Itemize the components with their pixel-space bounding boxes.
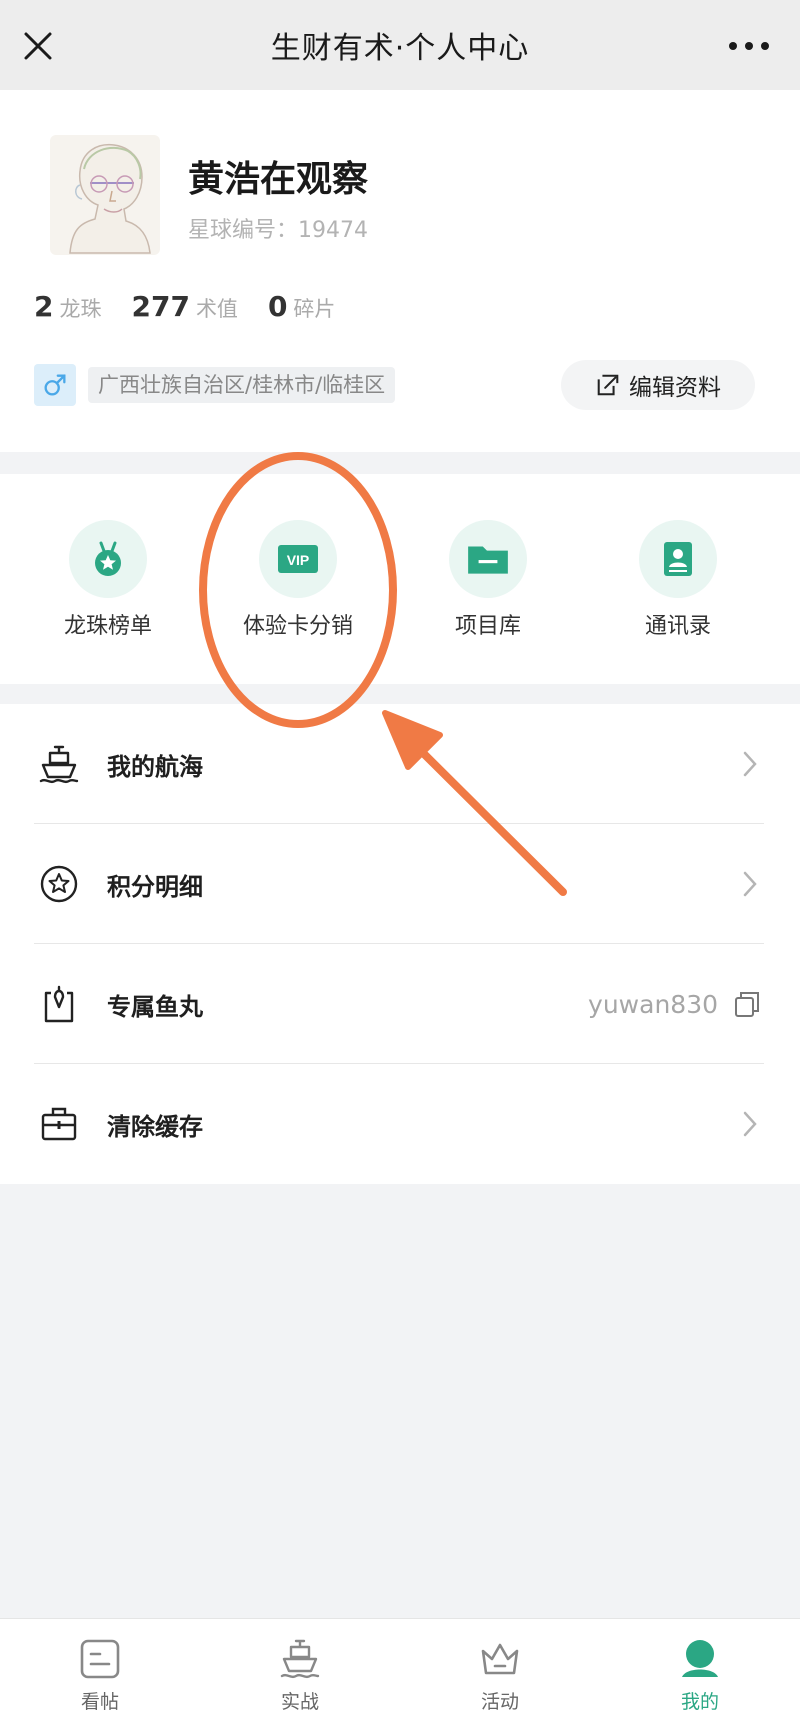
grid-item-vip-distribution[interactable]: VIP 体验卡分销 (213, 520, 383, 640)
bag-icon (44, 985, 74, 1023)
nav-label: 活动 (480, 1691, 519, 1713)
chevron-right-icon (743, 751, 757, 777)
row-label: 清除缓存 (107, 1112, 203, 1141)
stat-value: 0 (267, 290, 288, 323)
grid-item-dragon-ranking[interactable]: 龙珠榜单 (23, 520, 193, 640)
nav-item-posts[interactable]: 看帖 (40, 1637, 160, 1714)
stat-dragon-pearl[interactable]: 2 龙珠 (34, 290, 101, 323)
menu-list: 我的航海 积分明细 专属鱼丸 yuwan830 清除缓存 (0, 704, 800, 1184)
edit-profile-label: 编辑资料 (629, 375, 721, 401)
contacts-icon (639, 520, 717, 598)
nav-label: 看帖 (80, 1691, 119, 1713)
stat-label: 术值 (195, 297, 238, 321)
nav-item-mine[interactable]: 我的 (640, 1637, 760, 1714)
copy-icon[interactable] (732, 989, 762, 1019)
post-icon (80, 1639, 120, 1679)
grid-label: 龙珠榜单 (63, 614, 152, 639)
stat-value: 277 (131, 290, 190, 323)
briefcase-icon (41, 1107, 77, 1141)
crown-icon (481, 1643, 519, 1675)
nav-label: 我的 (680, 1691, 719, 1713)
folder-icon (449, 520, 527, 598)
stat-skill-points[interactable]: 277 术值 (131, 290, 237, 323)
page-title: 生财有术·个人中心 (270, 31, 530, 66)
user-name: 黄浩在观察 (188, 159, 369, 200)
list-item-clear-cache[interactable]: 清除缓存 (0, 1064, 800, 1184)
more-icon[interactable] (724, 36, 774, 56)
top-bar: 生财有术·个人中心 (0, 0, 800, 90)
edit-profile-button[interactable]: 编辑资料 (561, 360, 755, 410)
fishball-code: yuwan830 (588, 989, 718, 1019)
chevron-right-icon (743, 1111, 757, 1137)
stat-fragments[interactable]: 0 碎片 (268, 290, 335, 323)
ship-icon (280, 1639, 320, 1679)
nav-item-activities[interactable]: 活动 (440, 1637, 560, 1714)
grid-label: 项目库 (454, 614, 521, 639)
grid-item-contacts[interactable]: 通讯录 (593, 520, 763, 640)
row-label: 我的航海 (107, 752, 203, 781)
grid-label: 体验卡分销 (242, 614, 353, 639)
grid-label: 通讯录 (644, 614, 711, 639)
user-icon (682, 1640, 718, 1677)
edit-icon (597, 374, 619, 396)
shortcut-grid: 龙珠榜单 VIP 体验卡分销 项目库 通讯录 (0, 474, 800, 684)
svg-text:VIP: VIP (287, 552, 310, 568)
location-tag: 广西壮族自治区/桂林市/临桂区 (88, 367, 396, 403)
list-item-exclusive-fishball[interactable]: 专属鱼丸 yuwan830 (0, 944, 800, 1064)
ship-icon (39, 745, 79, 784)
member-id: 星球编号：19474 (188, 218, 368, 243)
profile-card: 黄浩在观察 星球编号：19474 2 龙珠 277 术值 0 碎片 广西壮族自治… (0, 90, 800, 452)
list-item-my-voyage[interactable]: 我的航海 (0, 704, 800, 824)
list-item-points-detail[interactable]: 积分明细 (0, 824, 800, 944)
vip-icon: VIP (259, 520, 337, 598)
stat-label: 龙珠 (59, 297, 102, 321)
stat-value: 2 (34, 290, 54, 323)
nav-item-practice[interactable]: 实战 (240, 1637, 360, 1714)
stats-row: 2 龙珠 277 术值 0 碎片 (34, 290, 365, 323)
close-icon[interactable] (18, 26, 58, 66)
row-label: 积分明细 (107, 872, 203, 901)
grid-item-project-library[interactable]: 项目库 (403, 520, 573, 640)
row-label: 专属鱼丸 (107, 992, 203, 1021)
medal-icon (69, 520, 147, 598)
male-icon (34, 364, 76, 406)
stat-label: 碎片 (293, 297, 336, 321)
star-circle-icon (40, 865, 78, 903)
chevron-right-icon (743, 871, 757, 897)
avatar[interactable] (50, 135, 160, 255)
nav-label: 实战 (280, 1691, 319, 1713)
bottom-navigation: 看帖 实战 活动 我的 (0, 1618, 800, 1724)
